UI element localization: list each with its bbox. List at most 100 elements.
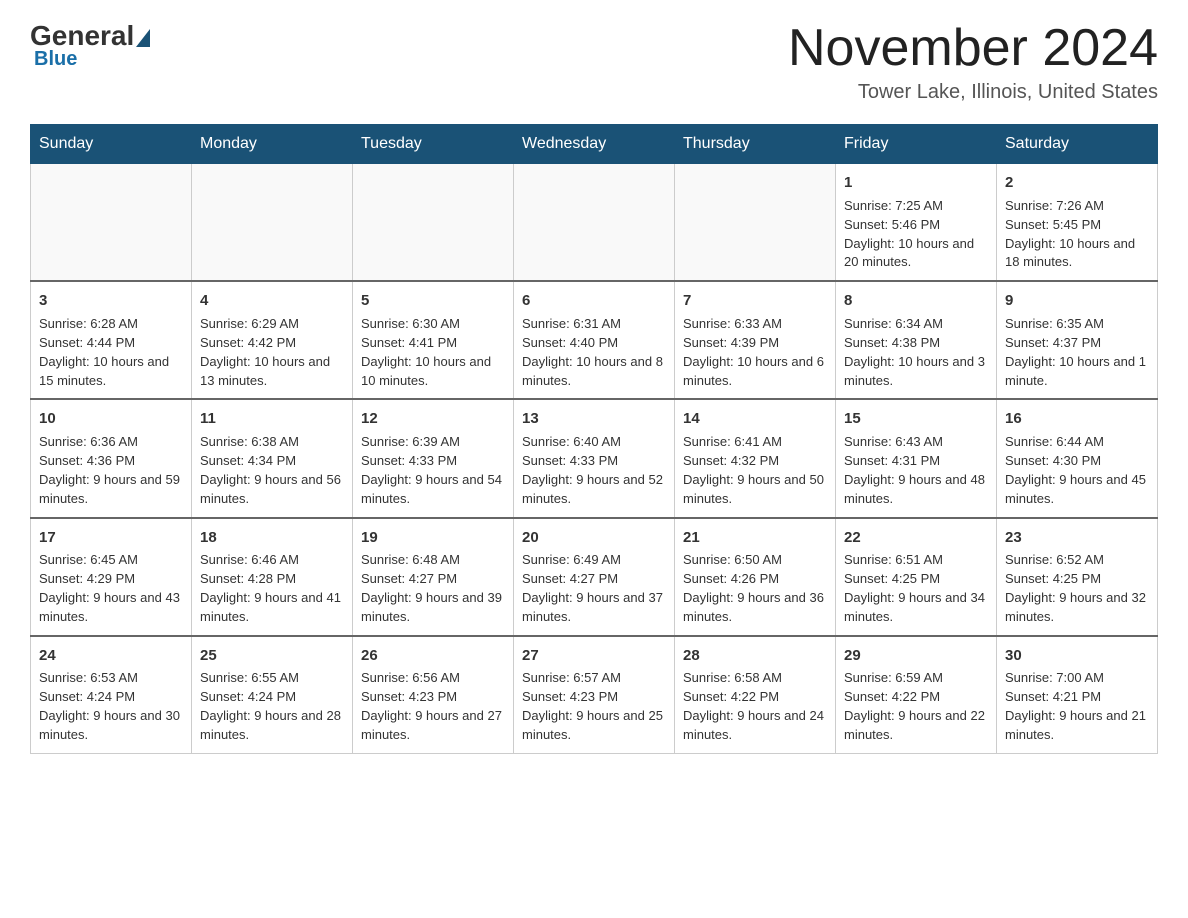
day-info-line: Sunset: 4:33 PM — [361, 452, 505, 471]
day-number: 2 — [1005, 172, 1149, 194]
calendar-cell: 10Sunrise: 6:36 AMSunset: 4:36 PMDayligh… — [31, 399, 192, 517]
calendar-cell: 18Sunrise: 6:46 AMSunset: 4:28 PMDayligh… — [192, 518, 353, 636]
day-number: 18 — [200, 527, 344, 549]
day-number: 26 — [361, 645, 505, 667]
day-number: 20 — [522, 527, 666, 549]
day-info-line: Daylight: 9 hours and 43 minutes. — [39, 589, 183, 627]
day-info-line: Sunset: 5:45 PM — [1005, 216, 1149, 235]
day-info-line: Daylight: 10 hours and 13 minutes. — [200, 353, 344, 391]
day-number: 25 — [200, 645, 344, 667]
day-number: 9 — [1005, 290, 1149, 312]
calendar-table: SundayMondayTuesdayWednesdayThursdayFrid… — [30, 124, 1158, 754]
day-info-line: Sunset: 4:37 PM — [1005, 334, 1149, 353]
day-info-line: Sunset: 4:27 PM — [361, 570, 505, 589]
day-info-line: Sunset: 4:24 PM — [39, 688, 183, 707]
calendar-cell: 15Sunrise: 6:43 AMSunset: 4:31 PMDayligh… — [836, 399, 997, 517]
day-info-line: Sunset: 4:32 PM — [683, 452, 827, 471]
day-info-line: Sunrise: 6:35 AM — [1005, 315, 1149, 334]
column-header-monday: Monday — [192, 125, 353, 164]
calendar-cell: 8Sunrise: 6:34 AMSunset: 4:38 PMDaylight… — [836, 281, 997, 399]
column-header-tuesday: Tuesday — [353, 125, 514, 164]
day-number: 21 — [683, 527, 827, 549]
day-info-line: Sunrise: 6:33 AM — [683, 315, 827, 334]
day-info-line: Sunrise: 6:58 AM — [683, 669, 827, 688]
calendar-cell: 29Sunrise: 6:59 AMSunset: 4:22 PMDayligh… — [836, 636, 997, 754]
day-info-line: Daylight: 10 hours and 6 minutes. — [683, 353, 827, 391]
day-info-line: Daylight: 9 hours and 39 minutes. — [361, 589, 505, 627]
calendar-cell: 2 Sunrise: 7:26 AMSunset: 5:45 PMDaylight… — [997, 164, 1158, 282]
day-number: 13 — [522, 408, 666, 430]
day-info-line: Daylight: 9 hours and 24 minutes. — [683, 707, 827, 745]
day-info-line: Daylight: 9 hours and 34 minutes. — [844, 589, 988, 627]
day-info-line: Sunset: 4:40 PM — [522, 334, 666, 353]
calendar-week-row: 17Sunrise: 6:45 AMSunset: 4:29 PMDayligh… — [31, 518, 1158, 636]
calendar-cell: 21Sunrise: 6:50 AMSunset: 4:26 PMDayligh… — [675, 518, 836, 636]
day-info-line: Daylight: 10 hours and 18 minutes. — [1005, 235, 1149, 273]
calendar-cell: 16Sunrise: 6:44 AMSunset: 4:30 PMDayligh… — [997, 399, 1158, 517]
day-info-line: Daylight: 9 hours and 37 minutes. — [522, 589, 666, 627]
day-number: 11 — [200, 408, 344, 430]
day-info-line: Sunset: 4:38 PM — [844, 334, 988, 353]
day-number: 6 — [522, 290, 666, 312]
day-info-line: Sunset: 4:26 PM — [683, 570, 827, 589]
day-info-line: Daylight: 10 hours and 10 minutes. — [361, 353, 505, 391]
day-info-line: Sunrise: 6:56 AM — [361, 669, 505, 688]
day-number: 27 — [522, 645, 666, 667]
page-header: General Blue November 2024 Tower Lake, I… — [30, 20, 1158, 104]
day-info-line: Daylight: 10 hours and 20 minutes. — [844, 235, 988, 273]
calendar-cell: 22Sunrise: 6:51 AMSunset: 4:25 PMDayligh… — [836, 518, 997, 636]
logo-blue-text: Blue — [34, 48, 77, 71]
day-info-line: Daylight: 10 hours and 1 minute. — [1005, 353, 1149, 391]
day-info-line: Sunrise: 6:59 AM — [844, 669, 988, 688]
calendar-week-row: 24Sunrise: 6:53 AMSunset: 4:24 PMDayligh… — [31, 636, 1158, 754]
day-info-line: Daylight: 9 hours and 30 minutes. — [39, 707, 183, 745]
calendar-cell: 27Sunrise: 6:57 AMSunset: 4:23 PMDayligh… — [514, 636, 675, 754]
month-title: November 2024 — [788, 20, 1158, 77]
day-info-line: Sunrise: 7:00 AM — [1005, 669, 1149, 688]
day-info-line: Sunrise: 6:50 AM — [683, 551, 827, 570]
day-info-line: Sunrise: 6:55 AM — [200, 669, 344, 688]
calendar-cell: 6Sunrise: 6:31 AMSunset: 4:40 PMDaylight… — [514, 281, 675, 399]
day-info-line: Sunrise: 6:44 AM — [1005, 433, 1149, 452]
day-info-line: Daylight: 10 hours and 3 minutes. — [844, 353, 988, 391]
column-header-sunday: Sunday — [31, 125, 192, 164]
day-info-line: Sunset: 4:28 PM — [200, 570, 344, 589]
day-info-line: Sunset: 4:23 PM — [522, 688, 666, 707]
day-number: 19 — [361, 527, 505, 549]
calendar-cell: 12Sunrise: 6:39 AMSunset: 4:33 PMDayligh… — [353, 399, 514, 517]
calendar-week-row: 10Sunrise: 6:36 AMSunset: 4:36 PMDayligh… — [31, 399, 1158, 517]
column-header-wednesday: Wednesday — [514, 125, 675, 164]
day-number: 12 — [361, 408, 505, 430]
day-info-line: Sunrise: 6:43 AM — [844, 433, 988, 452]
calendar-cell: 19Sunrise: 6:48 AMSunset: 4:27 PMDayligh… — [353, 518, 514, 636]
calendar-cell — [192, 164, 353, 282]
day-info-line: Daylight: 9 hours and 52 minutes. — [522, 471, 666, 509]
day-info-line: Sunrise: 6:34 AM — [844, 315, 988, 334]
day-info-line: Sunset: 4:33 PM — [522, 452, 666, 471]
day-info-line: Sunrise: 6:51 AM — [844, 551, 988, 570]
day-info-line: Daylight: 9 hours and 32 minutes. — [1005, 589, 1149, 627]
day-number: 7 — [683, 290, 827, 312]
day-number: 23 — [1005, 527, 1149, 549]
day-info-line: Sunrise: 6:41 AM — [683, 433, 827, 452]
day-info-line: Sunrise: 7:26 AM — [1005, 197, 1149, 216]
day-info-line: Sunset: 4:27 PM — [522, 570, 666, 589]
day-info-line: Sunrise: 6:30 AM — [361, 315, 505, 334]
calendar-cell: 4Sunrise: 6:29 AMSunset: 4:42 PMDaylight… — [192, 281, 353, 399]
calendar-cell: 13Sunrise: 6:40 AMSunset: 4:33 PMDayligh… — [514, 399, 675, 517]
calendar-cell: 28Sunrise: 6:58 AMSunset: 4:22 PMDayligh… — [675, 636, 836, 754]
calendar-cell: 11Sunrise: 6:38 AMSunset: 4:34 PMDayligh… — [192, 399, 353, 517]
day-info-line: Sunrise: 6:38 AM — [200, 433, 344, 452]
calendar-cell: 30Sunrise: 7:00 AMSunset: 4:21 PMDayligh… — [997, 636, 1158, 754]
logo: General Blue — [30, 20, 152, 71]
day-info-line: Sunset: 4:30 PM — [1005, 452, 1149, 471]
day-info-line: Daylight: 9 hours and 59 minutes. — [39, 471, 183, 509]
day-info-line: Daylight: 9 hours and 27 minutes. — [361, 707, 505, 745]
day-info-line: Sunset: 4:24 PM — [200, 688, 344, 707]
day-number: 22 — [844, 527, 988, 549]
calendar-cell: 5Sunrise: 6:30 AMSunset: 4:41 PMDaylight… — [353, 281, 514, 399]
day-info-line: Daylight: 9 hours and 56 minutes. — [200, 471, 344, 509]
day-info-line: Daylight: 9 hours and 45 minutes. — [1005, 471, 1149, 509]
day-info-line: Daylight: 9 hours and 28 minutes. — [200, 707, 344, 745]
day-info-line: Daylight: 9 hours and 25 minutes. — [522, 707, 666, 745]
